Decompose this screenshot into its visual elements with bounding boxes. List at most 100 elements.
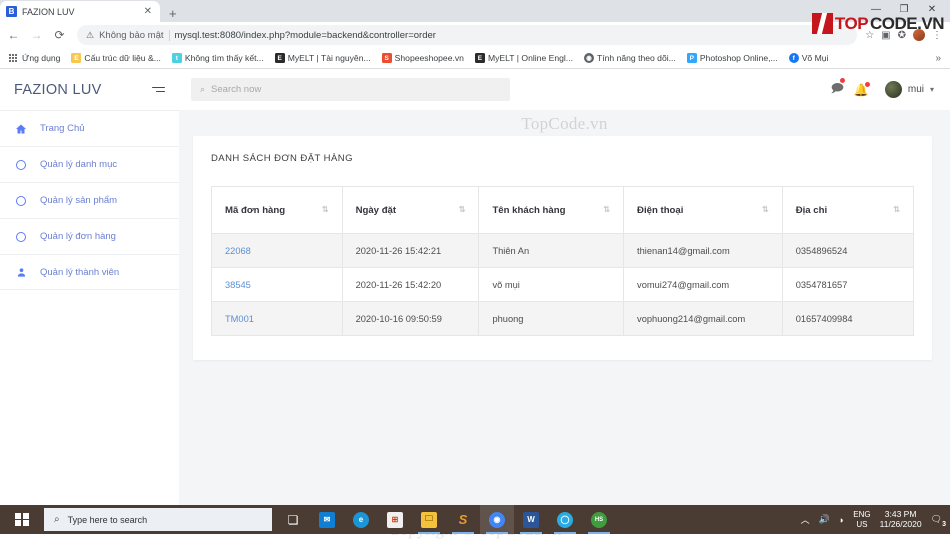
photoshop-icon: P bbox=[687, 53, 697, 63]
security-label: Không bảo mật bbox=[99, 30, 163, 41]
taskbar-app-sublime[interactable]: S bbox=[446, 505, 480, 534]
back-button[interactable]: ← bbox=[6, 28, 21, 42]
table-row[interactable]: TM001 2020-10-16 09:50:59 phuong vophuon… bbox=[212, 302, 914, 336]
sidebar-item-quan-ly-danh-muc[interactable]: Quản lý danh mục bbox=[0, 146, 179, 182]
sort-icon[interactable]: ⇅ bbox=[893, 206, 900, 214]
notification-badge bbox=[865, 82, 870, 87]
user-menu[interactable]: mui ▾ bbox=[885, 81, 934, 98]
column-header-ten-khach-hang[interactable]: Tên khách hàng ⇅ bbox=[479, 187, 624, 234]
taskbar-app-store[interactable]: ⊞ bbox=[378, 505, 412, 534]
bookmark-item-6[interactable]: ◉ Tính năng theo dõi... bbox=[580, 53, 680, 63]
sort-icon[interactable]: ⇅ bbox=[762, 206, 769, 214]
cell-order-date: 2020-11-26 15:42:21 bbox=[342, 234, 479, 268]
hamburger-icon[interactable] bbox=[152, 87, 165, 93]
volume-icon[interactable]: 🔊 bbox=[819, 514, 830, 525]
taskbar-apps: ❏ ✉ e ⊞ 🗀 S ◉ W ◯ HS bbox=[276, 505, 616, 534]
bookmark-label: Cấu trúc dữ liệu &... bbox=[84, 53, 160, 63]
apps-grid-icon bbox=[9, 54, 19, 62]
table-head: Mã đơn hàng ⇅ Ngày đặt ⇅ bbox=[212, 187, 914, 234]
taskbar-app-hs[interactable]: HS bbox=[582, 505, 616, 534]
notification-center-button[interactable]: 🗨3 bbox=[931, 514, 942, 525]
taskbar-app-word[interactable]: W bbox=[514, 505, 548, 534]
taskbar-search-placeholder: Type here to search bbox=[68, 515, 148, 525]
sidebar-item-label: Quản lý sản phẩm bbox=[40, 195, 117, 206]
sidebar-item-trang-chu[interactable]: Trang Chủ bbox=[0, 110, 179, 146]
myelt-icon: E bbox=[275, 53, 285, 63]
address-bar[interactable]: ⚠ Không bảo mật mysql.test:8080/index.ph… bbox=[77, 25, 857, 45]
bookmark-label: Võ Mụi bbox=[802, 53, 829, 63]
cell-order-code[interactable]: 38545 bbox=[212, 268, 343, 302]
cell-order-code[interactable]: 22068 bbox=[212, 234, 343, 268]
sidebar-item-quan-ly-san-pham[interactable]: Quản lý sản phẩm bbox=[0, 182, 179, 218]
tab-strip: B FAZION LUV ✕ + — ❐ ✕ bbox=[0, 0, 950, 22]
omnibox-divider bbox=[169, 30, 170, 41]
bookmark-item-3[interactable]: E MyELT | Tài nguyên... bbox=[271, 53, 375, 63]
cell-customer-name: Thiên An bbox=[479, 234, 624, 268]
sort-icon[interactable]: ⇅ bbox=[322, 206, 329, 214]
reload-button[interactable]: ⟳ bbox=[52, 28, 67, 42]
taskbar-app-mail[interactable]: ✉ bbox=[310, 505, 344, 534]
circle-icon bbox=[14, 196, 28, 206]
wifi-icon[interactable]: ◗ bbox=[839, 515, 844, 525]
chrome-icon: ◉ bbox=[489, 512, 505, 528]
close-tab-icon[interactable]: ✕ bbox=[142, 7, 154, 17]
cell-customer-name: phuong bbox=[479, 302, 624, 336]
new-tab-button[interactable]: + bbox=[169, 7, 177, 20]
taskbar-app-explorer[interactable]: 🗀 bbox=[412, 505, 446, 534]
bookmark-item-1[interactable]: E Cấu trúc dữ liệu &... bbox=[67, 53, 164, 63]
table-row[interactable]: 38545 2020-11-26 15:42:20 võ mụi vomui27… bbox=[212, 268, 914, 302]
sidebar-item-quan-ly-thanh-vien[interactable]: Quản lý thành viên bbox=[0, 254, 179, 290]
bookmark-item-7[interactable]: P Photoshop Online,... bbox=[683, 53, 782, 63]
bookmark-item-8[interactable]: f Võ Mụi bbox=[785, 53, 833, 63]
cell-phone: vophuong214@gmail.com bbox=[624, 302, 783, 336]
browser-window: B FAZION LUV ✕ + — ❐ ✕ ← → ⟳ ⚠ Không bảo… bbox=[0, 0, 950, 505]
watermark-top: TopCode.vn bbox=[179, 114, 950, 134]
windows-logo-icon bbox=[15, 513, 29, 527]
cell-order-date: 2020-11-26 15:42:20 bbox=[342, 268, 479, 302]
taskbar-app-chrome[interactable]: ◉ bbox=[480, 505, 514, 534]
task-view-icon: ❏ bbox=[288, 513, 299, 527]
bookmarks-overflow-button[interactable]: » bbox=[935, 53, 945, 64]
page-title: DANH SÁCH ĐƠN ĐẶT HÀNG bbox=[211, 153, 914, 164]
bookmark-item-4[interactable]: S Shopeeshopee.vn bbox=[378, 53, 468, 63]
cell-order-code[interactable]: TM001 bbox=[212, 302, 343, 336]
taskbar-search-input[interactable]: ⌕ Type here to search bbox=[44, 508, 272, 531]
main-area: ⌕ Search now 🗩 🔔 mui ▾ bbox=[179, 69, 950, 505]
sort-icon[interactable]: ⇅ bbox=[603, 206, 610, 214]
taskbar-app-browser[interactable]: ◯ bbox=[548, 505, 582, 534]
sidebar-item-label: Quản lý danh mục bbox=[40, 159, 117, 170]
bookmark-item-2[interactable]: t Không tìm thấy kết... bbox=[168, 53, 268, 63]
bookmarks-bar: Ứng dụng E Cấu trúc dữ liệu &... t Không… bbox=[0, 48, 950, 69]
column-header-dia-chi[interactable]: Địa chỉ ⇅ bbox=[782, 187, 913, 234]
language-indicator[interactable]: ENG US bbox=[853, 510, 870, 528]
tray-expand-icon[interactable]: ︿ bbox=[801, 513, 810, 526]
messages-button[interactable]: 🗩 bbox=[831, 79, 844, 100]
table-row[interactable]: 22068 2020-11-26 15:42:21 Thiên An thien… bbox=[212, 234, 914, 268]
cell-phone: vomui274@gmail.com bbox=[624, 268, 783, 302]
browser-tab[interactable]: B FAZION LUV ✕ bbox=[0, 1, 160, 22]
not-secure-warning-icon: ⚠ bbox=[86, 30, 94, 41]
search-input[interactable]: ⌕ Search now bbox=[191, 78, 510, 101]
column-header-dien-thoai[interactable]: Điện thoại ⇅ bbox=[624, 187, 783, 234]
top-header: ⌕ Search now 🗩 🔔 mui ▾ bbox=[179, 69, 950, 110]
magnifier-icon: ⌕ bbox=[54, 514, 60, 525]
notification-count: 3 bbox=[942, 521, 946, 528]
column-header-ma-don-hang[interactable]: Mã đơn hàng ⇅ bbox=[212, 187, 343, 234]
home-icon bbox=[14, 123, 28, 135]
start-button[interactable] bbox=[0, 505, 44, 534]
myelt-icon: E bbox=[475, 53, 485, 63]
clock-date: 11/26/2020 bbox=[880, 520, 922, 530]
clock[interactable]: 3:43 PM 11/26/2020 bbox=[880, 510, 922, 530]
content-area: TopCode.vn DANH SÁCH ĐƠN ĐẶT HÀNG Mã đơn… bbox=[179, 110, 950, 505]
order-list-card: DANH SÁCH ĐƠN ĐẶT HÀNG Mã đơn hàng ⇅ bbox=[193, 136, 932, 360]
sort-icon[interactable]: ⇅ bbox=[459, 206, 466, 214]
notifications-button[interactable]: 🔔 bbox=[854, 83, 869, 97]
lang-line-1: ENG bbox=[853, 510, 870, 519]
bookmark-item-5[interactable]: E MyELT | Online Engl... bbox=[471, 53, 577, 63]
taskbar-app-edge[interactable]: e bbox=[344, 505, 378, 534]
sidebar-item-quan-ly-don-hang[interactable]: Quản lý đơn hàng bbox=[0, 218, 179, 254]
forward-button[interactable]: → bbox=[29, 28, 44, 42]
bookmark-item-apps[interactable]: Ứng dụng bbox=[5, 53, 64, 63]
column-header-ngay-dat[interactable]: Ngày đặt ⇅ bbox=[342, 187, 479, 234]
task-view-button[interactable]: ❏ bbox=[276, 505, 310, 534]
